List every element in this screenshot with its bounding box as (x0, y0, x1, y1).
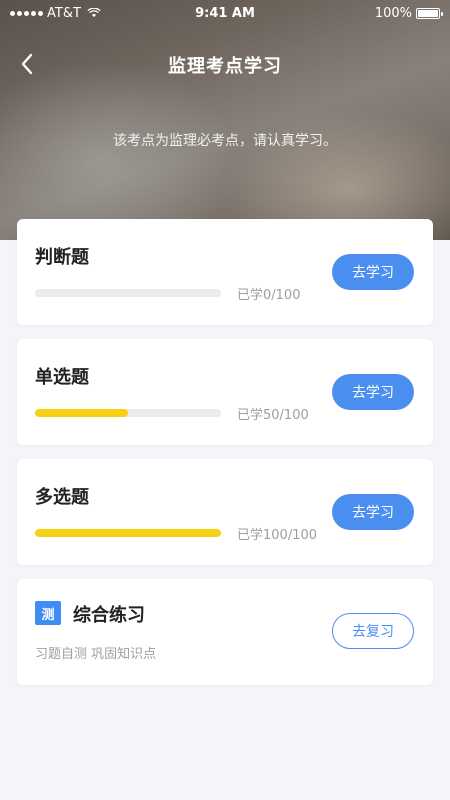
review-button[interactable]: 去复习 (332, 613, 414, 649)
chevron-left-icon[interactable] (16, 52, 40, 76)
card-description: 习题自测 巩固知识点 (35, 647, 157, 662)
card-title: 多选题 (35, 487, 89, 508)
card-single-choice: 单选题 已学50/100 去学习 (17, 339, 433, 445)
progress-track (35, 529, 221, 537)
carrier-label: AT&T (47, 5, 81, 21)
progress-track (35, 289, 221, 297)
page-subtitle: 该考点为监理必考点，请认真学习。 (113, 133, 337, 149)
nav-bar: 监理考点学习 (0, 40, 450, 90)
status-time: 9:41 AM (195, 5, 255, 21)
card-title: 综合练习 (73, 605, 145, 626)
progress-track (35, 409, 221, 417)
wifi-icon (87, 8, 101, 18)
progress-text: 已学50/100 (237, 408, 309, 423)
card-title: 判断题 (35, 247, 89, 268)
page-title: 监理考点学习 (168, 56, 282, 77)
test-badge-icon: 测 (35, 601, 61, 625)
progress-text: 已学100/100 (237, 528, 318, 543)
card-multiple-choice: 多选题 已学100/100 去学习 (17, 459, 433, 565)
progress-text: 已学0/100 (237, 288, 301, 303)
card-practice: 测 综合练习 习题自测 巩固知识点 去复习 (17, 579, 433, 685)
status-bar: AT&T 9:41 AM 100% (0, 0, 450, 26)
header-overlay (0, 0, 450, 240)
study-button[interactable]: 去学习 (332, 374, 414, 410)
study-button[interactable]: 去学习 (332, 254, 414, 290)
study-button[interactable]: 去学习 (332, 494, 414, 530)
battery-percent: 100% (374, 5, 412, 21)
progress-fill (35, 409, 128, 417)
signal-icon (10, 10, 43, 16)
card-title: 单选题 (35, 367, 89, 388)
battery-icon (416, 7, 443, 19)
progress-fill (35, 529, 221, 537)
card-true-false: 判断题 已学0/100 去学习 (17, 219, 433, 325)
header-background (0, 0, 450, 240)
